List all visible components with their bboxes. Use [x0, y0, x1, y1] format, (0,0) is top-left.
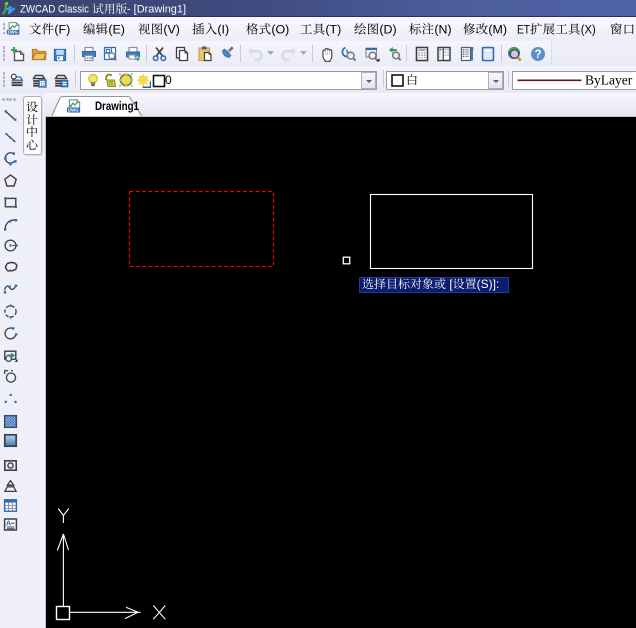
- svg-text:(S)]:: (S)]:: [476, 277, 499, 291]
- svg-text:[: [: [446, 277, 453, 291]
